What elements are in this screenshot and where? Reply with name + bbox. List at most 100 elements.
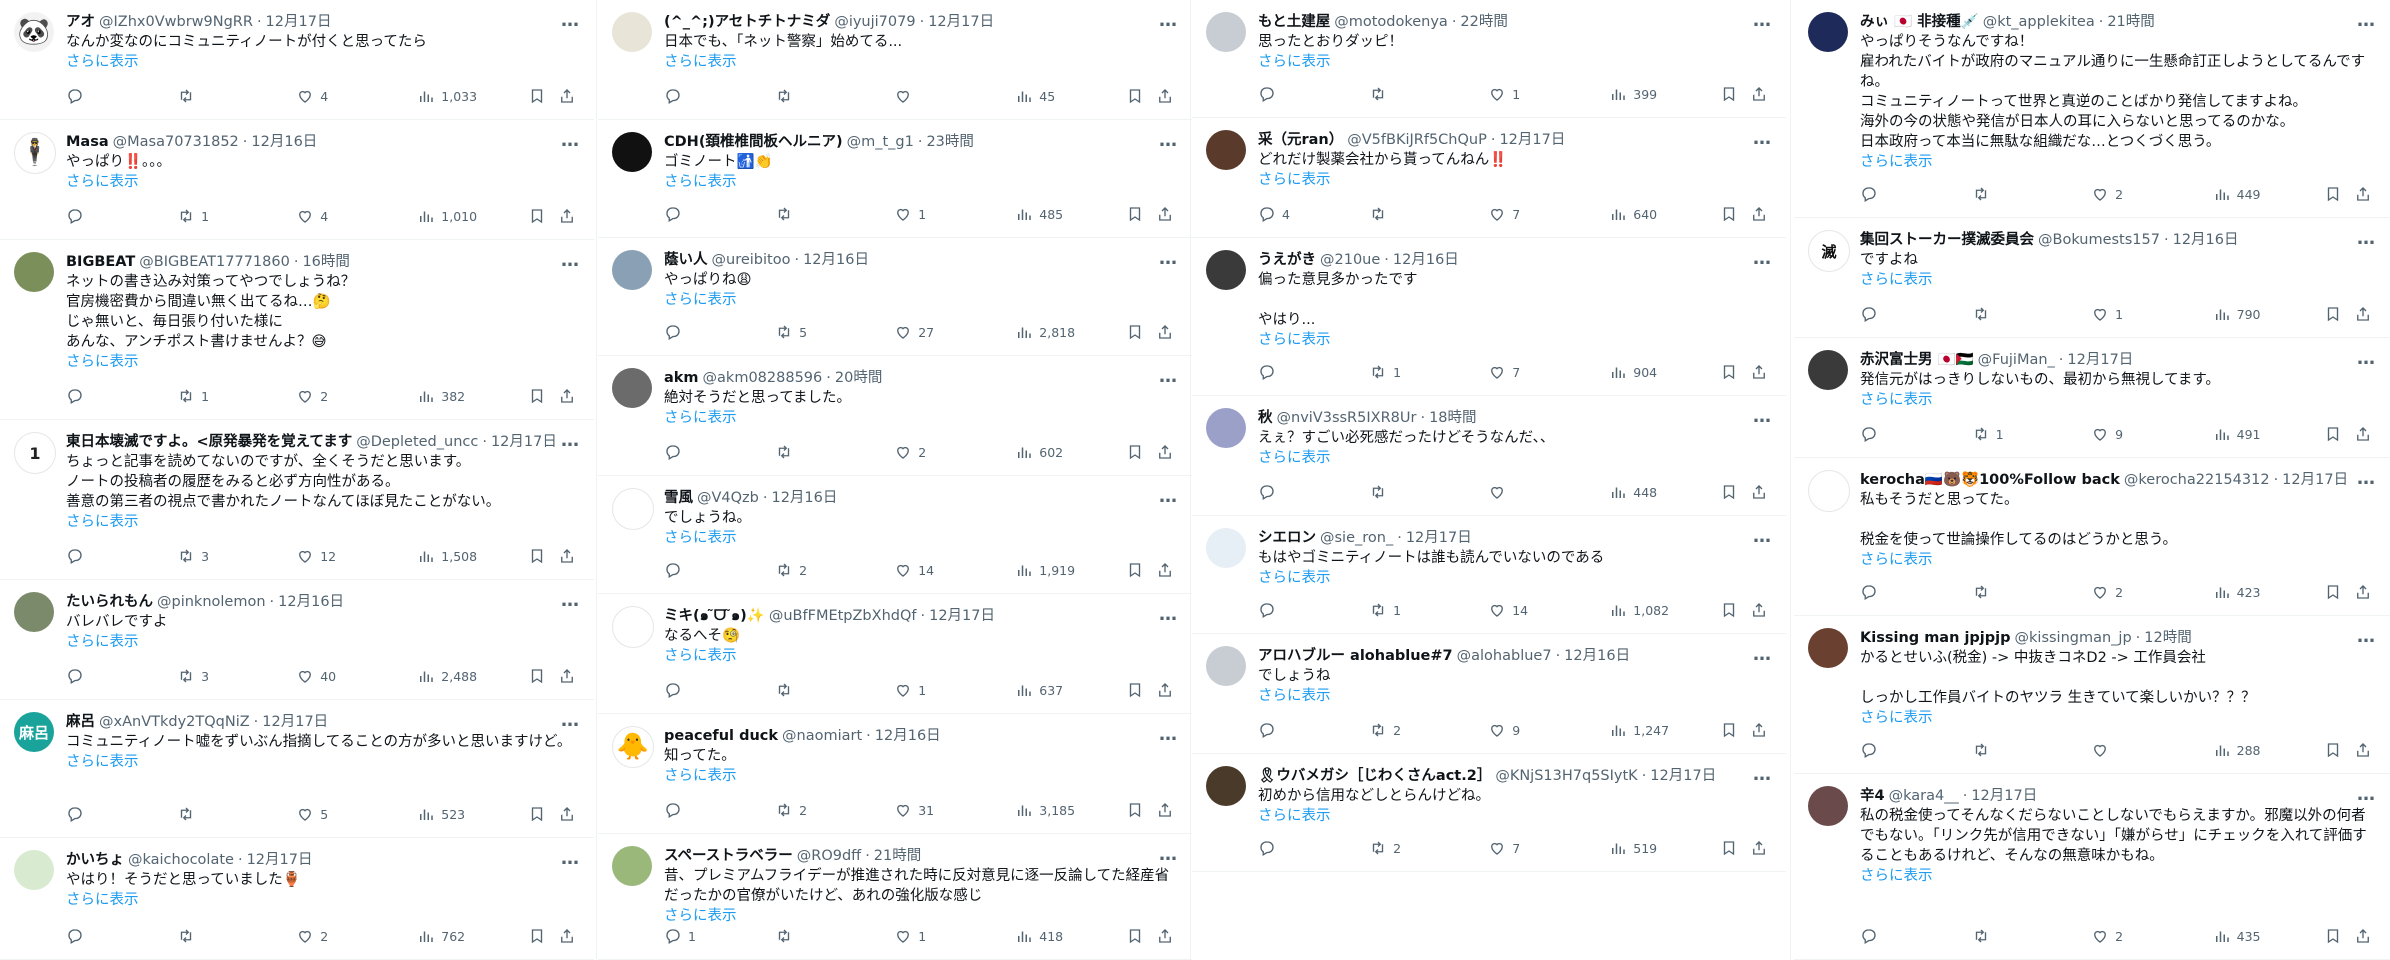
reply-tweet[interactable]: スペーストラベラー @RO9dff · 21時間 昔、プレミアムフライデーが推進… — [598, 834, 1192, 960]
views-button[interactable]: 1,508 — [417, 547, 528, 565]
display-name[interactable]: 辛4 — [1860, 786, 1885, 806]
display-name[interactable]: アオ — [66, 12, 95, 32]
reply-button[interactable] — [1860, 583, 1972, 601]
avatar[interactable] — [1206, 646, 1246, 686]
bookmark-button[interactable] — [1720, 839, 1750, 857]
like-button[interactable]: 5 — [296, 805, 417, 823]
timestamp[interactable]: 12月16日 — [875, 726, 941, 746]
show-more-link[interactable]: さらに表示 — [1860, 550, 2378, 570]
repost-button[interactable]: 1 — [177, 387, 296, 405]
avatar[interactable] — [612, 368, 652, 408]
reply-button[interactable] — [1258, 363, 1369, 381]
reply-button[interactable] — [66, 927, 177, 945]
handle[interactable]: @m_t_g1 — [847, 132, 914, 152]
bookmark-button[interactable] — [1126, 801, 1156, 819]
reply-button[interactable] — [664, 205, 775, 223]
more-options-icon[interactable]: … — [1753, 764, 1772, 785]
views-button[interactable]: 1,082 — [1609, 601, 1720, 619]
more-options-icon[interactable]: … — [1159, 724, 1178, 745]
like-button[interactable]: 12 — [296, 547, 417, 565]
avatar[interactable]: 🕴 — [14, 132, 56, 174]
like-button[interactable] — [894, 87, 1015, 105]
reply-tweet[interactable]: もと土建屋 @motodokenya · 22時間 思ったとおりダッピ！ さらに… — [1192, 0, 1786, 118]
reply-tweet[interactable]: 🐥 peaceful duck @naomiart · 12月16日 知ってた。… — [598, 714, 1192, 834]
reply-tweet[interactable]: 辛4 @kara4__ · 12月17日 私の税金使ってそんなくだらないことしな… — [1794, 774, 2390, 960]
avatar[interactable] — [14, 850, 54, 890]
handle[interactable]: @kt_applekitea — [1983, 12, 2095, 32]
repost-button[interactable] — [1369, 85, 1488, 103]
reply-button[interactable] — [66, 547, 177, 565]
reply-tweet[interactable]: 🐼 アオ @IZhx0Vwbrw9NgRR · 12月17日 なんか変なのにコミ… — [0, 0, 594, 120]
handle[interactable]: @nviV3ssR5IXR8Ur — [1277, 408, 1417, 428]
views-button[interactable]: 1,247 — [1609, 721, 1720, 739]
share-button[interactable] — [558, 87, 582, 105]
views-button[interactable]: 3,185 — [1015, 801, 1126, 819]
like-button[interactable]: 4 — [296, 207, 417, 225]
timestamp[interactable]: 12月17日 — [1650, 766, 1716, 786]
timestamp[interactable]: 20時間 — [835, 368, 882, 388]
views-button[interactable]: 640 — [1609, 205, 1720, 223]
views-button[interactable]: 288 — [2213, 741, 2325, 759]
share-button[interactable] — [558, 387, 582, 405]
share-button[interactable] — [2354, 583, 2378, 601]
show-more-link[interactable]: さらに表示 — [1860, 866, 2378, 886]
show-more-link[interactable]: さらに表示 — [1860, 152, 2378, 172]
display-name[interactable]: うえがき — [1258, 250, 1316, 270]
views-button[interactable]: 45 — [1015, 87, 1126, 105]
views-button[interactable]: 435 — [2213, 927, 2325, 945]
display-name[interactable]: たいられもん — [66, 592, 153, 612]
more-options-icon[interactable]: … — [1753, 406, 1772, 427]
more-options-icon[interactable]: … — [1159, 366, 1178, 387]
handle[interactable]: @V4Qzb — [697, 488, 759, 508]
handle[interactable]: @Masa70731852 — [113, 132, 239, 152]
reply-tweet[interactable]: 雪風 @V4Qzb · 12月16日 でしょうね。 さらに表示 … 2 14 1… — [598, 476, 1192, 594]
more-options-icon[interactable]: … — [1159, 248, 1178, 269]
more-options-icon[interactable]: … — [1159, 130, 1178, 151]
reply-button[interactable] — [1258, 483, 1369, 501]
bookmark-button[interactable] — [1720, 205, 1750, 223]
handle[interactable]: @kissingman_jp — [2015, 628, 2132, 648]
like-button[interactable]: 2 — [296, 927, 417, 945]
bookmark-button[interactable] — [2324, 305, 2354, 323]
more-options-icon[interactable]: … — [2357, 626, 2376, 647]
handle[interactable]: @sie_ron_ — [1320, 528, 1393, 548]
repost-button[interactable] — [1972, 185, 2092, 203]
reply-button[interactable] — [664, 681, 775, 699]
bookmark-button[interactable] — [1126, 323, 1156, 341]
reply-tweet[interactable]: Kissing man jpjpjp @kissingman_jp · 12時間… — [1794, 616, 2390, 774]
timestamp[interactable]: 12月16日 — [278, 592, 344, 612]
views-button[interactable]: 382 — [417, 387, 528, 405]
avatar[interactable]: 🐼 — [14, 12, 54, 52]
show-more-link[interactable]: さらに表示 — [1860, 708, 2378, 728]
bookmark-button[interactable] — [1126, 87, 1156, 105]
avatar[interactable] — [612, 606, 654, 648]
reply-tweet[interactable]: akm @akm08288596 · 20時間 絶対そうだと思ってました。 さら… — [598, 356, 1192, 476]
timestamp[interactable]: 21時間 — [2107, 12, 2154, 32]
share-button[interactable] — [1156, 681, 1180, 699]
reply-button[interactable] — [664, 801, 775, 819]
show-more-link[interactable]: さらに表示 — [1258, 170, 1774, 190]
share-button[interactable] — [558, 547, 582, 565]
reply-tweet[interactable]: みぃ 🇯🇵 非接種💉 @kt_applekitea · 21時間 やっぱりそうな… — [1794, 0, 2390, 218]
display-name[interactable]: 🎗ウバメガシ［じわくさんact.2］ — [1258, 766, 1491, 786]
repost-button[interactable]: 2 — [1369, 839, 1488, 857]
bookmark-button[interactable] — [1126, 681, 1156, 699]
handle[interactable]: @kerocha22154312 — [2124, 470, 2270, 490]
show-more-link[interactable]: さらに表示 — [1860, 390, 2378, 410]
show-more-link[interactable]: さらに表示 — [66, 352, 582, 372]
display-name[interactable]: アロハブルー alohablue#7 — [1258, 646, 1453, 666]
display-name[interactable]: スペーストラベラー — [664, 846, 793, 866]
bookmark-button[interactable] — [2324, 185, 2354, 203]
show-more-link[interactable]: さらに表示 — [1258, 806, 1774, 826]
avatar[interactable] — [1808, 12, 1848, 52]
timestamp[interactable]: 12月17日 — [1499, 130, 1565, 150]
more-options-icon[interactable]: … — [2357, 228, 2376, 249]
repost-button[interactable]: 2 — [775, 561, 894, 579]
show-more-link[interactable]: さらに表示 — [66, 890, 582, 910]
more-options-icon[interactable]: … — [561, 430, 580, 451]
share-button[interactable] — [558, 927, 582, 945]
timestamp[interactable]: 12月17日 — [928, 12, 994, 32]
avatar[interactable] — [612, 488, 654, 530]
more-options-icon[interactable]: … — [1159, 844, 1178, 865]
bookmark-button[interactable] — [528, 387, 558, 405]
